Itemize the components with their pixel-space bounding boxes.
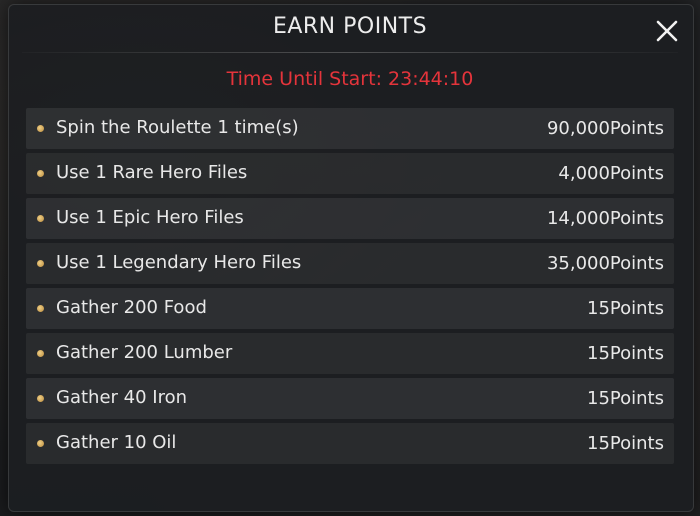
- task-row: Gather 40 Iron 15Points: [26, 378, 674, 419]
- bullet-icon: [37, 260, 44, 267]
- task-label: Use 1 Legendary Hero Files: [56, 252, 302, 273]
- task-points: 15Points: [587, 343, 664, 364]
- task-points: 14,000Points: [546, 208, 664, 229]
- task-row: Use 1 Epic Hero Files 14,000Points: [26, 198, 674, 239]
- close-button[interactable]: [652, 16, 682, 46]
- task-row: Gather 200 Food 15Points: [26, 288, 674, 329]
- bullet-icon: [37, 395, 44, 402]
- task-row: Use 1 Rare Hero Files 4,000Points: [26, 153, 674, 194]
- task-list: Spin the Roulette 1 time(s) 90,000Points…: [26, 108, 674, 468]
- task-points: 35,000Points: [546, 253, 664, 274]
- task-row: Gather 10 Oil 15Points: [26, 423, 674, 464]
- task-label: Use 1 Epic Hero Files: [56, 207, 244, 228]
- task-row: Use 1 Legendary Hero Files 35,000Points: [26, 243, 674, 284]
- task-label: Gather 200 Food: [56, 297, 207, 318]
- bullet-icon: [37, 440, 44, 447]
- task-points: 4,000Points: [558, 163, 664, 184]
- task-label: Gather 200 Lumber: [56, 342, 233, 363]
- task-label: Spin the Roulette 1 time(s): [56, 117, 299, 138]
- task-points: 15Points: [587, 433, 664, 454]
- task-label: Gather 40 Iron: [56, 387, 188, 408]
- task-row: Spin the Roulette 1 time(s) 90,000Points: [26, 108, 674, 149]
- task-label: Gather 10 Oil: [56, 432, 177, 453]
- task-points: 90,000Points: [546, 118, 664, 139]
- close-icon: [656, 20, 678, 42]
- task-points: 15Points: [587, 388, 664, 409]
- bullet-icon: [37, 170, 44, 177]
- task-row: Gather 200 Lumber 15Points: [26, 333, 674, 374]
- bullet-icon: [37, 215, 44, 222]
- task-points: 15Points: [587, 298, 664, 319]
- task-label: Use 1 Rare Hero Files: [56, 162, 248, 183]
- time-until-start: Time Until Start: 23:44:10: [226, 68, 474, 90]
- title-divider: [22, 52, 678, 53]
- bullet-icon: [37, 350, 44, 357]
- dialog-title: EARN POINTS: [272, 14, 428, 39]
- bullet-icon: [37, 125, 44, 132]
- bullet-icon: [37, 305, 44, 312]
